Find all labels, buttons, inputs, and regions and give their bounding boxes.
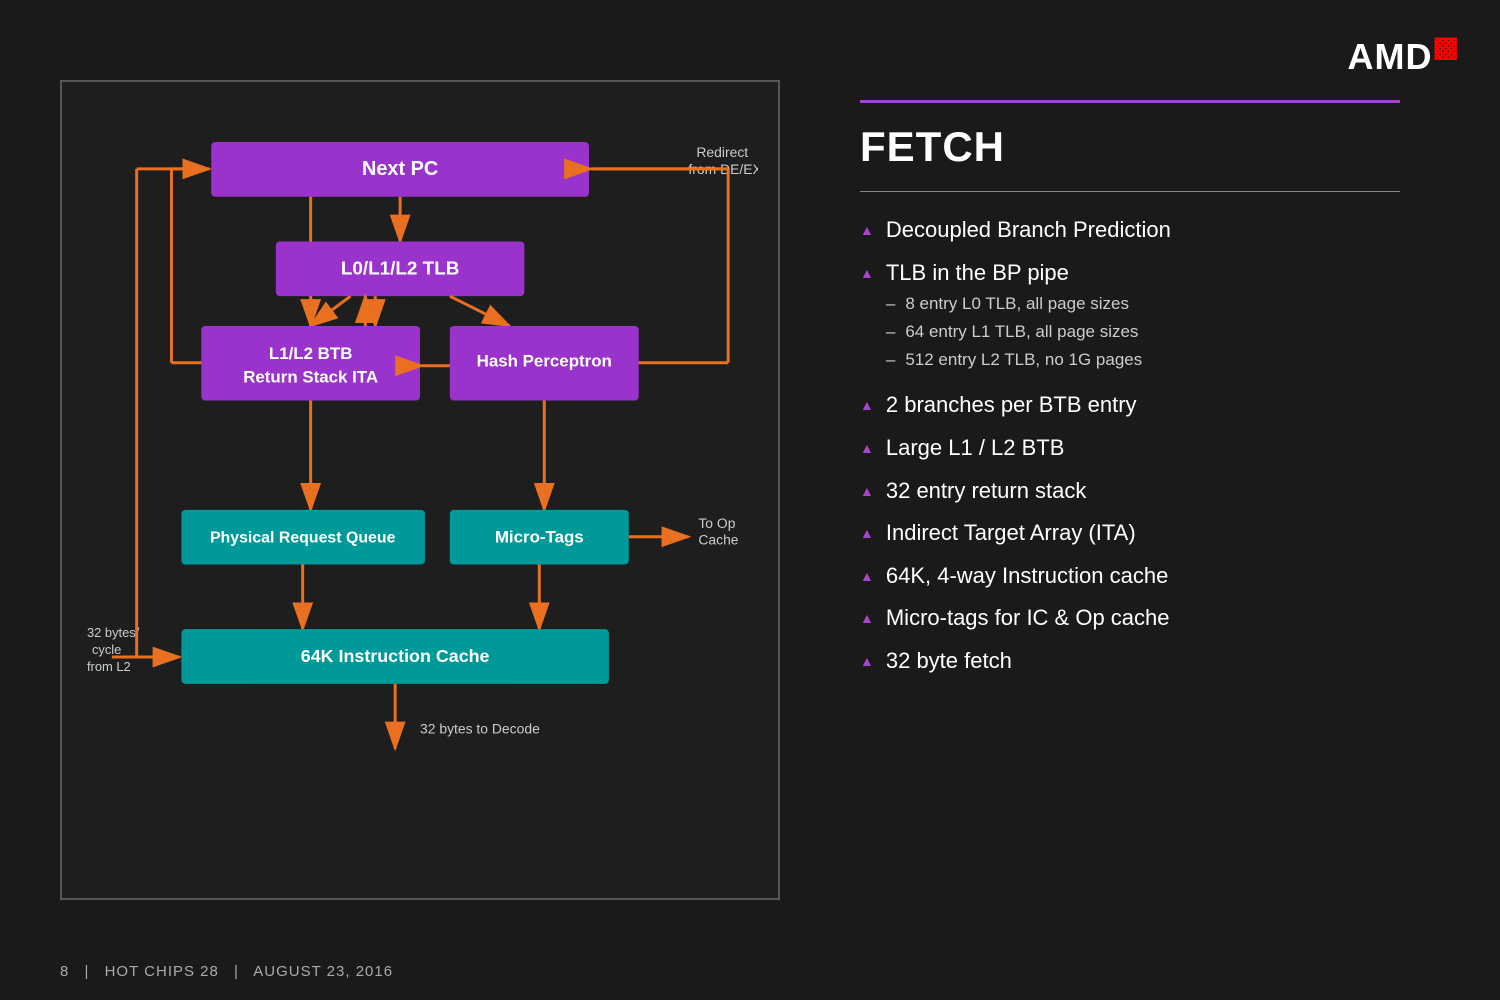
fetch-bullet-wrapper-6: 64K, 4-way Instruction cache [886, 562, 1168, 591]
amd-logo-symbol: ▩ [1433, 31, 1460, 62]
fetch-bullet-wrapper-2: 2 branches per BTB entry [886, 391, 1137, 420]
fetch-top-divider [860, 100, 1400, 103]
footer-sep2: | [234, 963, 239, 980]
svg-text:Physical Request Queue: Physical Request Queue [210, 530, 396, 547]
svg-text:Micro-Tags: Micro-Tags [495, 528, 584, 547]
amd-logo: AMD▩ [1348, 30, 1460, 78]
svg-text:cycle: cycle [92, 642, 121, 657]
footer: 8 | HOT CHIPS 28 | AUGUST 23, 2016 [60, 963, 393, 980]
bullet-icon-5: ▲ [860, 524, 874, 542]
svg-text:64K Instruction Cache: 64K Instruction Cache [301, 646, 490, 666]
fetch-bullet-wrapper-8: 32 byte fetch [886, 647, 1012, 676]
fetch-bullet-2: ▲ 2 branches per BTB entry [860, 391, 1400, 420]
tlb-label: L0/L1/L2 TLB [341, 258, 460, 279]
amd-logo-text: AMD [1348, 36, 1433, 77]
fetch-bullet-text-1: TLB in the BP pipe [886, 260, 1069, 285]
fetch-bullet-wrapper-0: Decoupled Branch Prediction [886, 216, 1171, 245]
fetch-bullet-3: ▲ Large L1 / L2 BTB [860, 434, 1400, 463]
fetch-bullet-text-6: 64K, 4-way Instruction cache [886, 563, 1168, 588]
svg-text:To Op: To Op [698, 515, 735, 531]
footer-date: AUGUST 23, 2016 [253, 963, 393, 980]
fetch-bullet-wrapper-3: Large L1 / L2 BTB [886, 434, 1065, 463]
fetch-bullet-1: ▲ TLB in the BP pipe 8 entry L0 TLB, all p… [860, 259, 1400, 378]
svg-text:Cache: Cache [698, 532, 738, 548]
fetch-bullet-wrapper-5: Indirect Target Array (ITA) [886, 519, 1136, 548]
architecture-diagram: Next PC L0/L1/L2 TLB L1/L2 BTB Return St… [82, 112, 758, 868]
fetch-title: FETCH [860, 123, 1400, 171]
fetch-bullet-wrapper-7: Micro-tags for IC & Op cache [886, 604, 1170, 633]
footer-sep1: | [85, 963, 90, 980]
btb-box [201, 326, 420, 401]
fetch-bullet-text-3: Large L1 / L2 BTB [886, 435, 1065, 460]
fetch-bullet-6: ▲ 64K, 4-way Instruction cache [860, 562, 1400, 591]
svg-text:Redirect: Redirect [696, 144, 748, 160]
fetch-bottom-divider [860, 191, 1400, 192]
fetch-sub-bullet-1-2: 512 entry L2 TLB, no 1G pages [886, 349, 1142, 371]
fetch-bullet-wrapper-1: TLB in the BP pipe 8 entry L0 TLB, all pa… [886, 259, 1142, 378]
bullet-icon-6: ▲ [860, 567, 874, 585]
fetch-bullet-text-4: 32 entry return stack [886, 478, 1087, 503]
fetch-bullet-wrapper-4: 32 entry return stack [886, 477, 1087, 506]
next-pc-label: Next PC [362, 158, 438, 180]
fetch-bullet-text-2: 2 branches per BTB entry [886, 392, 1137, 417]
bullet-icon-3: ▲ [860, 439, 874, 457]
fetch-text-panel: FETCH ▲ Decoupled Branch Prediction ▲ TLB i… [820, 80, 1440, 710]
diagram-panel: Next PC L0/L1/L2 TLB L1/L2 BTB Return St… [60, 80, 780, 900]
bullet-icon-8: ▲ [860, 652, 874, 670]
fetch-sub-bullet-1-0: 8 entry L0 TLB, all page sizes [886, 293, 1142, 315]
svg-text:Hash Perceptron: Hash Perceptron [477, 352, 612, 371]
fetch-bullet-text-8: 32 byte fetch [886, 648, 1012, 673]
fetch-bullet-0: ▲ Decoupled Branch Prediction [860, 216, 1400, 245]
bullet-icon-4: ▲ [860, 482, 874, 500]
svg-text:from L2: from L2 [87, 659, 131, 674]
fetch-bullet-text-7: Micro-tags for IC & Op cache [886, 605, 1170, 630]
bullet-icon-7: ▲ [860, 609, 874, 627]
fetch-bullet-7: ▲ Micro-tags for IC & Op cache [860, 604, 1400, 633]
fetch-bullet-list: ▲ Decoupled Branch Prediction ▲ TLB in the … [860, 216, 1400, 676]
bullet-icon-2: ▲ [860, 396, 874, 414]
fetch-sub-bullet-1-1: 64 entry L1 TLB, all page sizes [886, 321, 1142, 343]
fetch-bullet-5: ▲ Indirect Target Array (ITA) [860, 519, 1400, 548]
fetch-bullet-text-5: Indirect Target Array (ITA) [886, 520, 1136, 545]
svg-text:L1/L2 BTB: L1/L2 BTB [269, 344, 353, 363]
fetch-bullet-text-0: Decoupled Branch Prediction [886, 217, 1171, 242]
footer-conference: HOT CHIPS 28 [105, 963, 219, 980]
fetch-bullet-8: ▲ 32 byte fetch [860, 647, 1400, 676]
svg-text:Return Stack ITA: Return Stack ITA [243, 368, 378, 387]
fetch-sub-list-1: 8 entry L0 TLB, all page sizes 64 entry L… [886, 293, 1142, 371]
bullet-icon-1: ▲ [860, 264, 874, 282]
fetch-bullet-4: ▲ 32 entry return stack [860, 477, 1400, 506]
svg-text:32 bytes/: 32 bytes/ [87, 625, 140, 640]
footer-page: 8 [60, 963, 69, 980]
bullet-icon-0: ▲ [860, 221, 874, 239]
svg-text:32 bytes to Decode: 32 bytes to Decode [420, 721, 540, 737]
